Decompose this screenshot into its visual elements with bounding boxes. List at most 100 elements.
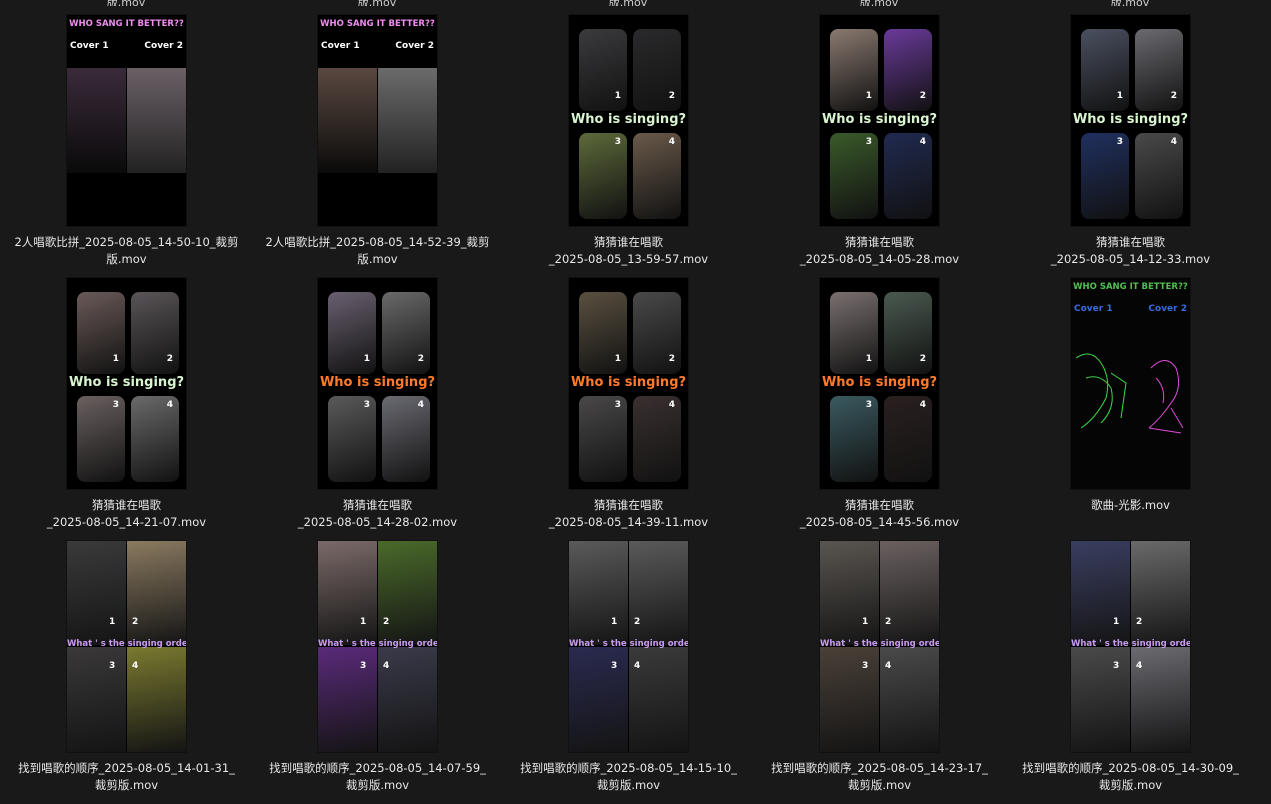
thumbnail-caption: Who is singing? xyxy=(1072,112,1189,127)
filename-label[interactable]: 歌曲-光影.mov xyxy=(1011,497,1251,514)
singer-number: 3 xyxy=(112,400,119,410)
thumbnail-caption: What ' s the singing order? xyxy=(1071,639,1190,649)
file-tile[interactable]: 1 2 3 4 Who is singing? 猜猜谁在唱歌 _2025-08-05_14-… xyxy=(754,278,1005,541)
singer-panel: 1 xyxy=(569,541,628,645)
filename-line: 猜猜谁在唱歌 xyxy=(92,498,161,512)
video-thumbnail[interactable]: 1 2 3 4 What ' s the singing order? xyxy=(1071,541,1190,752)
video-thumbnail[interactable]: 1 2 3 4 What ' s the singing order? xyxy=(569,541,688,752)
singer-number: 3 xyxy=(109,661,116,671)
singer-panel: 1 xyxy=(328,292,376,374)
singer-panel xyxy=(318,68,377,173)
filename-line: 猜猜谁在唱歌 xyxy=(594,498,663,512)
filename-label[interactable]: 找到唱歌的顺序_2025-08-05_14-30-09_ 裁剪版.mov xyxy=(1011,760,1251,794)
singer-number: 4 xyxy=(1136,661,1143,671)
video-thumbnail[interactable]: 1 2 3 4 What ' s the singing order? xyxy=(820,541,939,752)
filename-line: 2人唱歌比拼_2025-08-05_14-50-10_裁剪 xyxy=(14,235,239,249)
file-tile[interactable]: WHO SANG IT BETTER?? Cover 1 Cover 2 歌曲-光影.… xyxy=(1005,278,1256,541)
file-tile[interactable]: 1 2 3 4 What ' s the singing order? 找到唱歌的顺序_2… xyxy=(252,541,503,804)
filename-line: _2025-08-05_14-05-28.mov xyxy=(799,252,960,266)
neon-figure-left xyxy=(1075,353,1127,429)
filename-label[interactable]: 找到唱歌的顺序_2025-08-05_14-07-59_ 裁剪版.mov xyxy=(258,760,498,794)
singer-panel: 4 xyxy=(382,396,430,482)
file-tile[interactable]: WHO SANG IT BETTER?? Cover 1 Cover 2 2人唱歌比拼… xyxy=(1,15,252,278)
singer-number: 3 xyxy=(862,661,869,671)
file-tile[interactable]: 1 2 3 4 What ' s the singing order? 找到唱歌的顺序_2… xyxy=(754,541,1005,804)
filename-line: 裁剪版.mov xyxy=(847,778,912,792)
video-thumbnail[interactable]: 1 2 3 4 Who is singing? xyxy=(318,278,437,489)
singer-number: 2 xyxy=(1170,91,1177,101)
video-thumbnail[interactable]: 1 2 3 4 Who is singing? xyxy=(820,15,939,226)
file-tile[interactable]: WHO SANG IT BETTER?? Cover 1 Cover 2 2人唱歌比拼… xyxy=(252,15,503,278)
singer-panel: 4 xyxy=(880,647,939,752)
singer-panel: 2 xyxy=(629,541,688,645)
file-tile[interactable]: 1 2 3 4 Who is singing? 猜猜谁在唱歌 _2025-08-05_14-… xyxy=(1005,15,1256,278)
file-tile[interactable]: 1 2 3 4 Who is singing? 猜猜谁在唱歌 _2025-08-05_14-… xyxy=(503,278,754,541)
thumbnail-title: WHO SANG IT BETTER?? xyxy=(69,19,184,29)
file-grid: WHO SANG IT BETTER?? Cover 1 Cover 2 2人唱歌比拼… xyxy=(0,0,1271,795)
singer-number: 4 xyxy=(417,400,424,410)
file-tile[interactable]: 1 2 3 4 Who is singing? 猜猜谁在唱歌 _2025-08-05_14-… xyxy=(1,278,252,541)
singer-panel: 1 xyxy=(67,541,126,645)
video-thumbnail[interactable]: WHO SANG IT BETTER?? Cover 1 Cover 2 xyxy=(67,15,186,226)
singer-panel: 2 xyxy=(1135,29,1183,111)
filename-label[interactable]: 找到唱歌的顺序_2025-08-05_14-15-10_ 裁剪版.mov xyxy=(509,760,749,794)
filename-label[interactable]: 猜猜谁在唱歌 _2025-08-05_14-45-56.mov xyxy=(760,497,1000,531)
singer-number: 2 xyxy=(919,354,926,364)
filename-line: 版.mov xyxy=(106,252,147,266)
singer-panel: 2 xyxy=(1131,541,1190,645)
singer-number: 1 xyxy=(363,354,370,364)
file-tile[interactable]: 1 2 3 4 What ' s the singing order? 找到唱歌的顺序_2… xyxy=(503,541,754,804)
singer-number: 4 xyxy=(919,137,926,147)
neon-figure-right xyxy=(1148,360,1184,434)
video-thumbnail[interactable]: 1 2 3 4 Who is singing? xyxy=(569,15,688,226)
file-tile[interactable]: 1 2 3 4 What ' s the singing order? 找到唱歌的顺序_2… xyxy=(1,541,252,804)
singer-number: 1 xyxy=(865,91,872,101)
file-tile[interactable]: 1 2 3 4 Who is singing? 猜猜谁在唱歌 _2025-08-05_14-… xyxy=(754,15,1005,278)
thumbnail-caption: Who is singing? xyxy=(821,375,938,390)
singer-number: 3 xyxy=(865,400,872,410)
singer-number: 1 xyxy=(109,617,116,627)
filename-label[interactable]: 猜猜谁在唱歌 _2025-08-05_14-05-28.mov xyxy=(760,234,1000,268)
filename-label[interactable]: 找到唱歌的顺序_2025-08-05_14-01-31_ 裁剪版.mov xyxy=(7,760,247,794)
filename-label[interactable]: 找到唱歌的顺序_2025-08-05_14-23-17_ 裁剪版.mov xyxy=(760,760,1000,794)
video-thumbnail[interactable]: 1 2 3 4 Who is singing? xyxy=(569,278,688,489)
video-thumbnail[interactable]: WHO SANG IT BETTER?? Cover 1 Cover 2 xyxy=(1071,278,1190,489)
file-tile[interactable]: 1 2 3 4 What ' s the singing order? 找到唱歌的顺序_2… xyxy=(1005,541,1256,804)
filename-line: 猜猜谁在唱歌 xyxy=(343,498,412,512)
filename-line: 猜猜谁在唱歌 xyxy=(845,235,914,249)
singer-number: 2 xyxy=(1136,617,1143,627)
video-thumbnail[interactable]: 1 2 3 4 Who is singing? xyxy=(1071,15,1190,226)
file-tile[interactable]: 1 2 3 4 Who is singing? 猜猜谁在唱歌 _2025-08-05_14-… xyxy=(252,278,503,541)
filename-label[interactable]: 猜猜谁在唱歌 _2025-08-05_14-12-33.mov xyxy=(1011,234,1251,268)
filename-label[interactable]: 猜猜谁在唱歌 _2025-08-05_14-21-07.mov xyxy=(7,497,247,531)
singer-panel: 2 xyxy=(382,292,430,374)
singer-panel: 1 xyxy=(579,29,627,111)
singer-panel: 2 xyxy=(633,292,681,374)
filename-label[interactable]: 猜猜谁在唱歌 _2025-08-05_14-28-02.mov xyxy=(258,497,498,531)
video-thumbnail[interactable]: WHO SANG IT BETTER?? Cover 1 Cover 2 xyxy=(318,15,437,226)
singer-number: 4 xyxy=(885,661,892,671)
video-thumbnail[interactable]: 1 2 3 4 Who is singing? xyxy=(67,278,186,489)
video-thumbnail[interactable]: 1 2 3 4 What ' s the singing order? xyxy=(67,541,186,752)
singer-panel: 3 xyxy=(820,647,879,752)
singer-panel: 2 xyxy=(884,29,932,111)
singer-number: 3 xyxy=(360,661,367,671)
filename-label[interactable]: 猜猜谁在唱歌 _2025-08-05_14-39-11.mov xyxy=(509,497,749,531)
singer-panel: 4 xyxy=(1135,133,1183,219)
singer-panel: 1 xyxy=(77,292,125,374)
singer-panel: 1 xyxy=(318,541,377,645)
singer-panel: 2 xyxy=(131,292,179,374)
file-tile[interactable]: 1 2 3 4 Who is singing? 猜猜谁在唱歌 _2025-08-05_13-… xyxy=(503,15,754,278)
filename-label[interactable]: 2人唱歌比拼_2025-08-05_14-52-39_裁剪 版.mov xyxy=(258,234,498,268)
video-thumbnail[interactable]: 1 2 3 4 What ' s the singing order? xyxy=(318,541,437,752)
cover-label: Cover 2 xyxy=(144,41,183,51)
filename-label[interactable]: 2人唱歌比拼_2025-08-05_14-50-10_裁剪 版.mov xyxy=(7,234,247,268)
thumbnail-caption: Who is singing? xyxy=(821,112,938,127)
filename-label[interactable]: 猜猜谁在唱歌 _2025-08-05_13-59-57.mov xyxy=(509,234,749,268)
singer-number: 4 xyxy=(668,137,675,147)
singer-panel: 3 xyxy=(328,396,376,482)
singer-number: 4 xyxy=(919,400,926,410)
singer-panel: 2 xyxy=(378,541,437,645)
video-thumbnail[interactable]: 1 2 3 4 Who is singing? xyxy=(820,278,939,489)
singer-panel: 3 xyxy=(318,647,377,752)
